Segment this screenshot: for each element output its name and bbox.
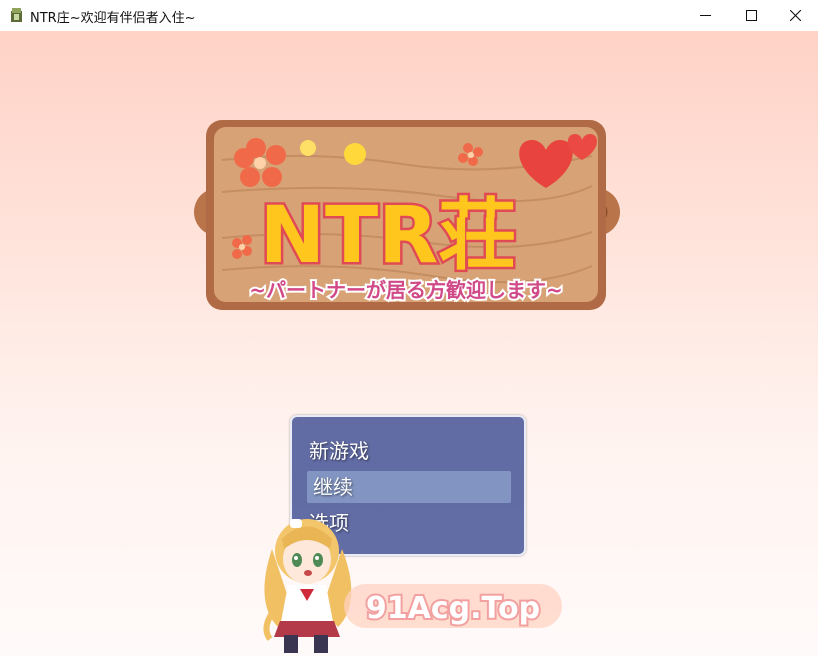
site-watermark: 91Acg.Top: [344, 584, 562, 628]
minimize-button[interactable]: [682, 0, 728, 31]
title-logo: NTR荘 ~パートナーが居る方歓迎します~: [194, 120, 620, 310]
logo-title: NTR荘: [260, 191, 517, 281]
new-game-option[interactable]: 新游戏: [309, 435, 369, 467]
window-title: NTR庄~欢迎有伴侣者入住~: [30, 11, 196, 26]
game-window: NTR庄~欢迎有伴侣者入住~ NTR荘 ~パートナーが居る方歓迎します~ 新游戏…: [0, 0, 818, 656]
logo-subtitle: ~パートナーが居る方歓迎します~: [249, 278, 563, 302]
close-button[interactable]: [772, 0, 818, 31]
continue-option[interactable]: 继续: [307, 471, 511, 503]
title-bar[interactable]: NTR庄~欢迎有伴侣者入住~: [0, 0, 818, 32]
maximize-button[interactable]: [728, 0, 774, 31]
close-icon: [789, 10, 801, 21]
app-icon: [11, 8, 22, 22]
title-screen: NTR荘 ~パートナーが居る方歓迎します~ 新游戏 继续 选项 91Acg.To…: [0, 31, 818, 656]
minimize-icon: [699, 15, 711, 16]
maximize-icon: [745, 10, 757, 21]
watermark-text: 91Acg.Top: [366, 591, 540, 626]
